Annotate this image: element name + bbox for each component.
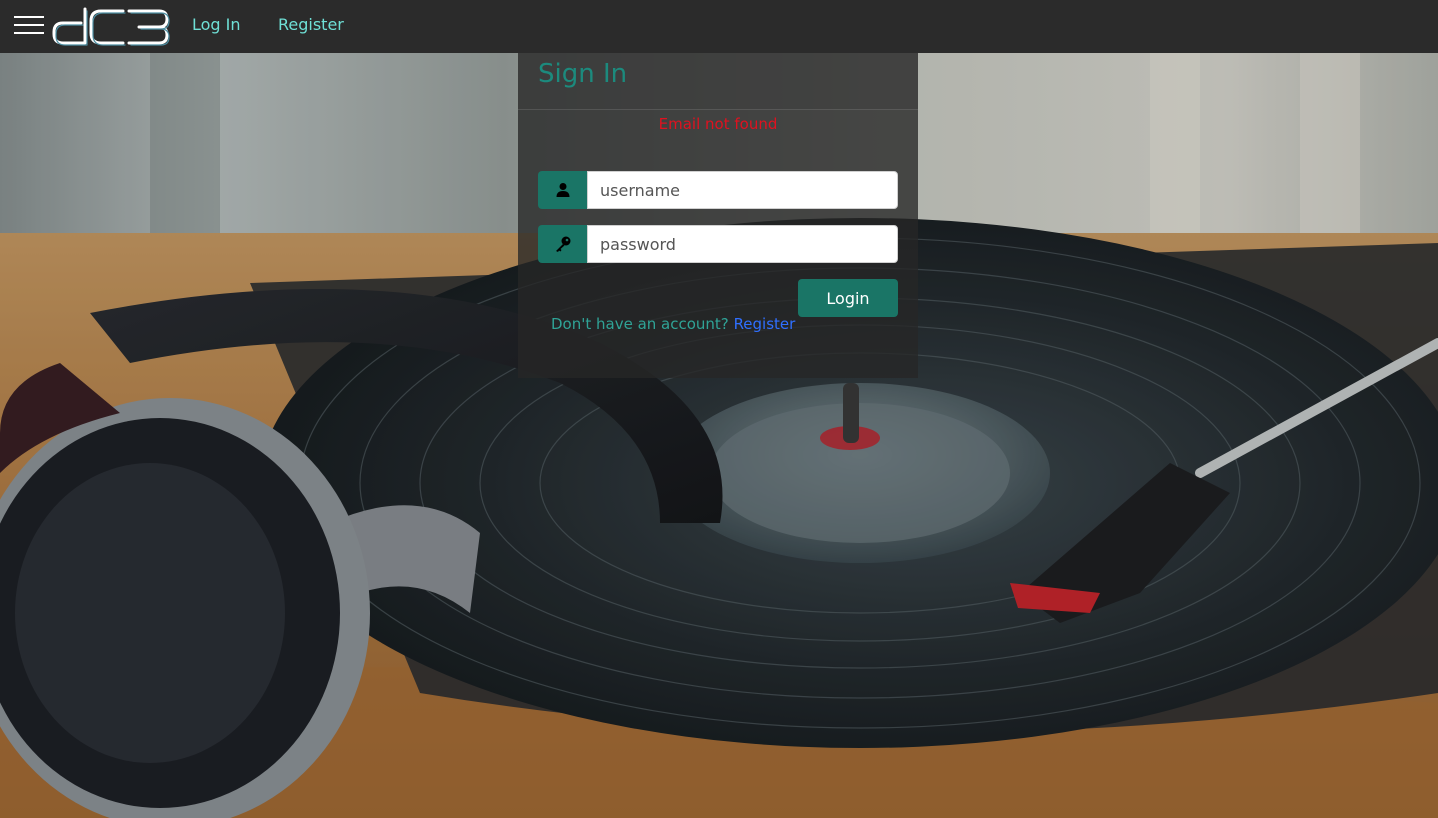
no-account-text: Don't have an account? [551,315,729,333]
signin-panel: Sign In Email not found Login Don't have… [518,53,918,378]
signup-prompt: Don't have an account? Register [551,315,795,333]
user-icon [538,171,587,209]
key-icon [538,225,587,263]
register-link[interactable]: Register [734,315,796,333]
username-group [538,171,898,209]
password-group [538,225,898,263]
password-input[interactable] [587,225,898,263]
signin-header: Sign In [518,53,918,110]
username-input[interactable] [587,171,898,209]
signin-title: Sign In [538,59,628,89]
nav-login-link[interactable]: Log In [192,15,241,34]
error-message: Email not found [658,115,778,133]
hamburger-menu-icon[interactable] [14,13,44,37]
dc3-logo[interactable] [51,3,171,49]
nav-register-link[interactable]: Register [278,15,344,34]
login-button[interactable]: Login [798,279,898,317]
top-navbar: Log In Register [0,0,1438,53]
